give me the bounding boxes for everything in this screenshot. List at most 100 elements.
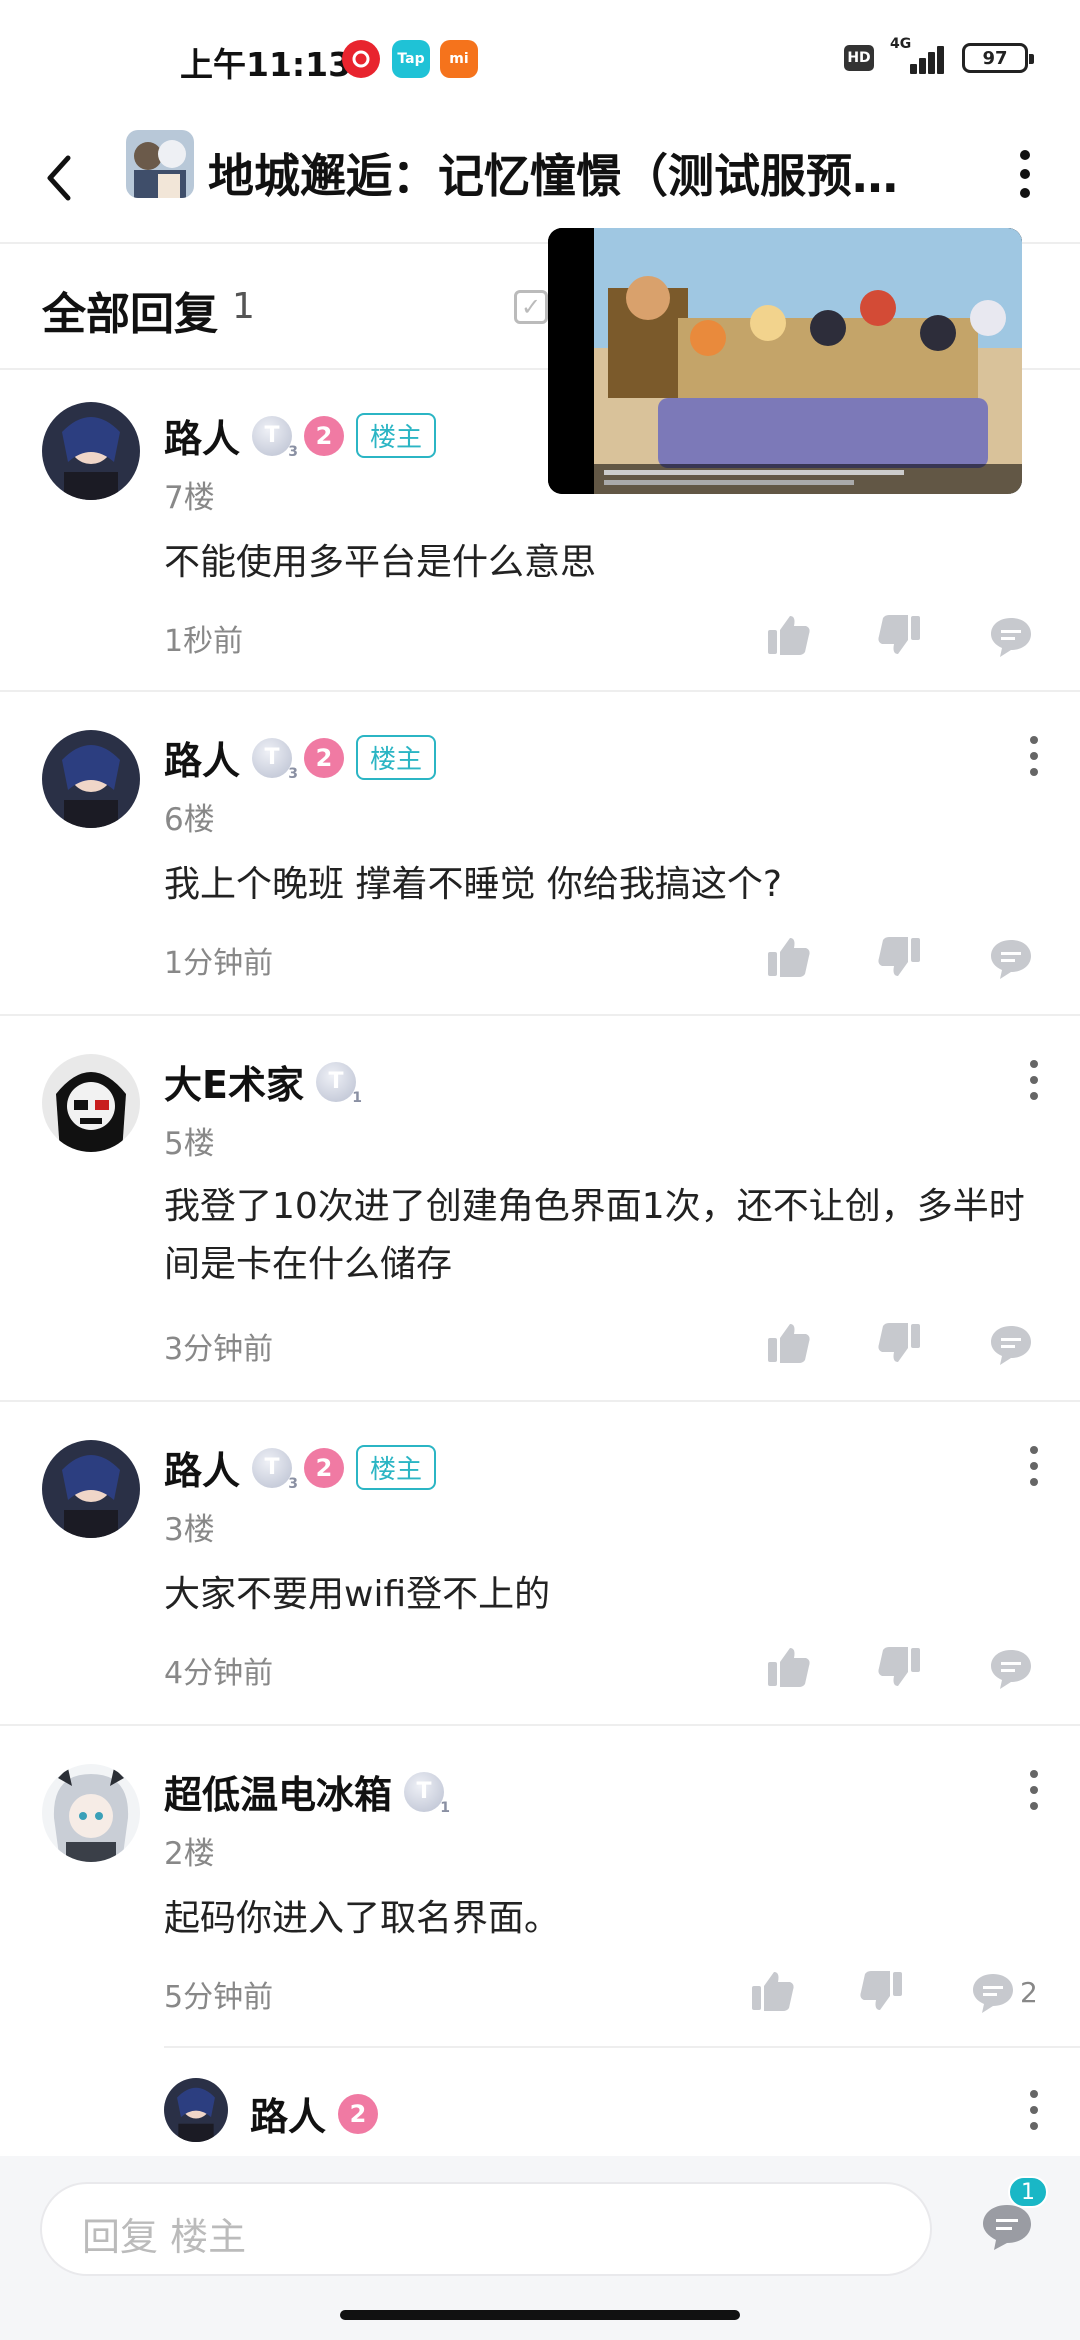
verified-badge-icon: 2	[304, 1447, 345, 1488]
author-name[interactable]: 路人	[164, 730, 240, 785]
floor-number: 2楼	[164, 1836, 215, 1872]
avatar[interactable]	[42, 1440, 140, 1538]
taptap-icon: Tap	[392, 40, 430, 78]
owner-tag: 楼主	[356, 413, 437, 458]
avatar[interactable]	[42, 1764, 140, 1862]
level-letter: T	[416, 1779, 432, 1804]
section-title: 全部回复	[42, 289, 218, 340]
reply-avatar[interactable]	[164, 2078, 228, 2142]
xiaomi-icon: mi	[440, 40, 478, 78]
level-number: 3	[288, 765, 299, 782]
reply-icon[interactable]	[970, 1970, 1016, 2016]
avatar[interactable]	[42, 1054, 140, 1152]
comments-icon[interactable]	[980, 2202, 1034, 2252]
floating-video-player[interactable]	[548, 228, 1022, 494]
status-bar: 上午11:13 Tap mi HD 4G 97	[0, 0, 1080, 120]
level-number: 3	[288, 1475, 299, 1492]
comment-item[interactable]: 超低温电冰箱 T1 2楼 起码你进入了取名界面。 5分钟前 2	[0, 1728, 1080, 2156]
level-badge-icon: T1	[404, 1771, 450, 1816]
level-badge-icon: T3	[252, 415, 298, 460]
dislike-icon[interactable]	[858, 1968, 904, 2014]
reply-icon[interactable]	[988, 1322, 1034, 1368]
dislike-icon[interactable]	[876, 1320, 922, 1366]
comment-time: 5分钟前	[164, 1980, 274, 2015]
verified-badge-icon: 2	[304, 737, 345, 778]
dislike-icon[interactable]	[876, 934, 922, 980]
author-name[interactable]: 超低温电冰箱	[164, 1764, 392, 1819]
reply-author-row: 路人 2	[250, 2086, 379, 2141]
author-name[interactable]: 路人	[164, 408, 240, 463]
author-row: 路人 T3 2 楼主	[164, 408, 437, 463]
dislike-icon[interactable]	[876, 1644, 922, 1690]
battery-level: 97	[982, 47, 1008, 69]
comment-time: 4分钟前	[164, 1656, 274, 1691]
level-badge-icon: T3	[252, 1447, 298, 1492]
more-options-icon[interactable]	[1024, 736, 1044, 776]
level-letter: T	[328, 1069, 344, 1094]
level-badge-icon: T3	[252, 737, 298, 782]
more-options-icon[interactable]	[1024, 1060, 1044, 1100]
comment-item[interactable]: 路人 T3 2 楼主 6楼 我上个晚班 撑着不睡觉 你给我搞这个? 1分钟前	[0, 694, 1080, 1016]
battery-icon: 97	[962, 43, 1034, 73]
comment-text: 不能使用多平台是什么意思	[164, 542, 597, 583]
comment-time: 3分钟前	[164, 1332, 274, 1367]
like-icon[interactable]	[750, 1968, 796, 2014]
game-thumbnail[interactable]	[126, 130, 194, 198]
comment-time: 1秒前	[164, 624, 244, 659]
level-number: 1	[352, 1089, 362, 1106]
verified-badge-icon: 2	[338, 2093, 379, 2134]
verified-badge-icon: 2	[304, 415, 345, 456]
reply-icon[interactable]	[988, 1646, 1034, 1692]
author-row: 路人 T3 2 楼主	[164, 730, 437, 785]
avatar[interactable]	[42, 402, 140, 500]
comment-item[interactable]: 大E术家 T1 5楼 我登了10次进了创建角色界面1次，还不让创，多半时间是卡在…	[0, 1018, 1080, 1402]
more-options-icon[interactable]	[1024, 1770, 1044, 1810]
more-options-icon[interactable]	[1024, 1446, 1044, 1486]
level-letter: T	[264, 745, 280, 770]
like-icon[interactable]	[766, 1320, 812, 1366]
comment-text: 我上个晚班 撑着不睡觉 你给我搞这个?	[164, 864, 782, 905]
status-time: 上午11:13	[180, 45, 352, 84]
floor-number: 5楼	[164, 1126, 215, 1162]
author-name[interactable]: 路人	[164, 1440, 240, 1495]
like-icon[interactable]	[766, 612, 812, 658]
comment-text: 起码你进入了取名界面。	[164, 1898, 561, 1939]
floor-number: 6楼	[164, 802, 215, 838]
page-title: 地城邂逅：记忆憧憬（测试服预…	[208, 149, 898, 203]
avatar[interactable]	[42, 730, 140, 828]
status-right: HD 4G 97	[844, 36, 1034, 74]
reply-icon[interactable]	[988, 936, 1034, 982]
comment-time: 1分钟前	[164, 946, 274, 981]
reply-input[interactable]: 回复 楼主	[40, 2182, 932, 2276]
floor-number: 3楼	[164, 1512, 215, 1548]
notification-badge: 1	[1008, 2176, 1048, 2208]
reply-count: 2	[1020, 1976, 1038, 2009]
like-icon[interactable]	[766, 1644, 812, 1690]
taptap-label: Tap	[397, 51, 425, 67]
floor-number: 7楼	[164, 480, 215, 516]
dislike-icon[interactable]	[876, 612, 922, 658]
network-label: 4G	[890, 36, 912, 52]
comment-item[interactable]: 路人 T3 2 楼主 3楼 大家不要用wifi登不上的 4分钟前	[0, 1404, 1080, 1726]
back-arrow-icon[interactable]	[40, 148, 100, 208]
level-number: 1	[440, 1799, 451, 1816]
author-row: 超低温电冰箱 T1	[164, 1764, 450, 1819]
level-letter: T	[264, 1455, 280, 1480]
like-icon[interactable]	[766, 934, 812, 980]
reply-author-name[interactable]: 路人	[250, 2086, 326, 2141]
divider	[164, 2046, 1080, 2048]
more-options-icon[interactable]	[1024, 2090, 1044, 2130]
checkbox-icon[interactable]: ✓	[514, 290, 548, 324]
hd-icon: HD	[844, 45, 874, 71]
netease-music-icon	[342, 40, 380, 78]
top-app-bar: 地城邂逅：记忆憧憬（测试服预…	[0, 120, 1080, 244]
signal-icon: 4G	[888, 36, 948, 74]
reply-icon[interactable]	[988, 614, 1034, 660]
level-letter: T	[264, 423, 280, 448]
more-options-icon[interactable]	[1010, 144, 1040, 204]
home-indicator[interactable]	[340, 2310, 740, 2320]
comment-text: 大家不要用wifi登不上的	[164, 1574, 551, 1615]
owner-tag: 楼主	[356, 1445, 437, 1490]
owner-tag: 楼主	[356, 735, 437, 780]
author-name[interactable]: 大E术家	[164, 1054, 304, 1109]
